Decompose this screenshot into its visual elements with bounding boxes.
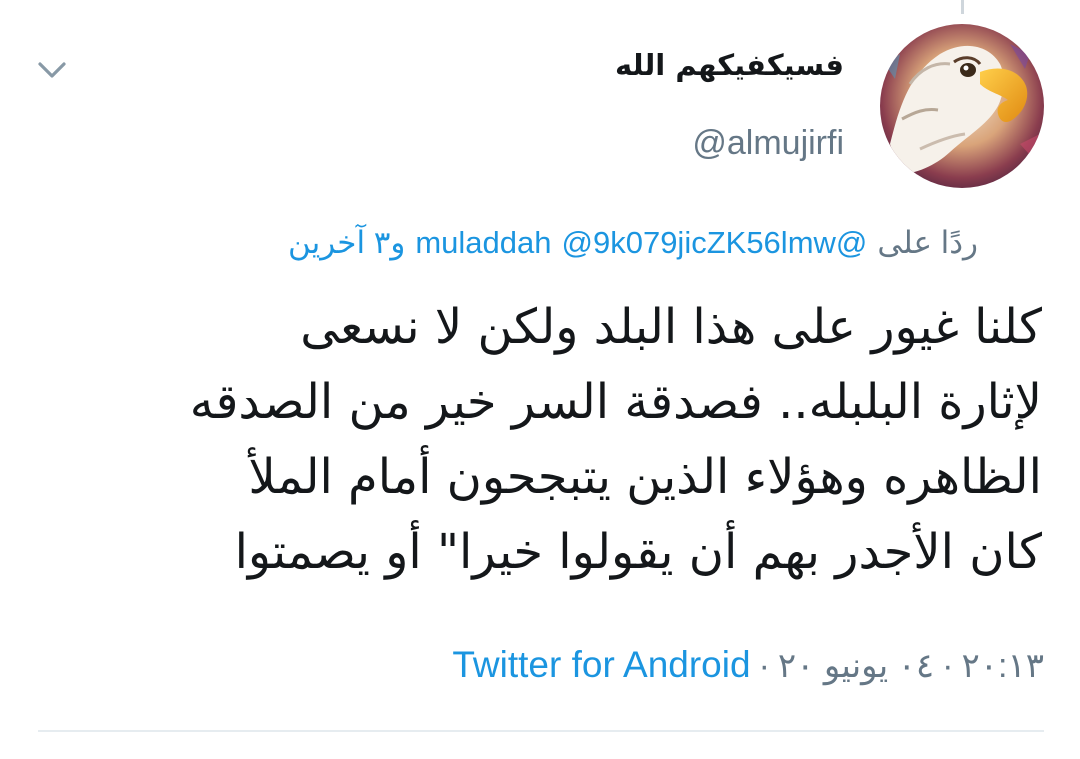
thread-connector-line bbox=[961, 0, 964, 14]
tweet-source-link[interactable]: Twitter for Android bbox=[452, 644, 750, 685]
tweet-date[interactable]: ٠٤ يونيو ٢٠ bbox=[778, 647, 934, 685]
reply-prefix: ردًا على bbox=[877, 225, 978, 260]
tweet-text-line: كان الأجدر بهم أن يقولوا خيرا" أو يصمتوا bbox=[234, 524, 1042, 580]
tweet-metadata: ٢٠:١٣·٠٤ يونيو ٢٠·Twitter for Android bbox=[452, 644, 1044, 686]
reply-context: ردًا على@muladdah@9k079jicZK56lmwو٣ آخري… bbox=[288, 225, 978, 261]
reply-mention-link[interactable]: @9k079jicZK56lmw bbox=[562, 225, 836, 260]
tweet-time[interactable]: ٢٠:١٣ bbox=[962, 647, 1045, 685]
separator-dot: · bbox=[942, 647, 954, 685]
tweet-text-line: كلنا غيور على هذا البلد ولكن لا نسعى bbox=[300, 299, 1042, 355]
separator-dot: · bbox=[758, 647, 770, 685]
tweet-text-line: لإثارة البلبله.. فصدقة السر خير من الصدق… bbox=[189, 374, 1042, 430]
author-display-name[interactable]: فسيكفيكهم الله bbox=[615, 48, 844, 82]
chevron-down-icon[interactable] bbox=[34, 52, 70, 88]
reply-others-link[interactable]: و٣ آخرين bbox=[288, 225, 405, 260]
tweet-text-line: الظاهره وهؤلاء الذين يتبجحون أمام الملأ bbox=[248, 449, 1042, 505]
divider bbox=[38, 730, 1044, 732]
author-handle[interactable]: @almujirfi bbox=[692, 124, 844, 163]
eagle-avatar-icon bbox=[880, 24, 1044, 188]
avatar[interactable] bbox=[880, 24, 1044, 188]
tweet-text: كلنا غيور على هذا البلد ولكن لا نسعى لإث… bbox=[52, 290, 1042, 590]
